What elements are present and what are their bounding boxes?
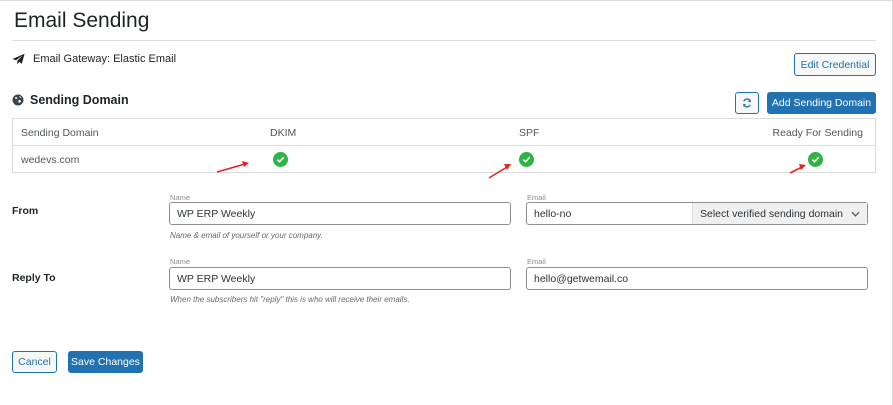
- sending-domain-heading: Sending Domain: [12, 93, 129, 107]
- check-circle-icon: [808, 152, 823, 167]
- reply-name-input[interactable]: WP ERP Weekly: [169, 267, 511, 290]
- table-header-row: Sending Domain DKIM SPF Ready For Sendin…: [13, 119, 875, 146]
- annotation-arrow-icon: [488, 164, 511, 179]
- edit-credential-button[interactable]: Edit Credential: [794, 53, 876, 76]
- sending-domain-select-value: Select verified sending domain: [700, 207, 844, 220]
- add-sending-domain-button[interactable]: Add Sending Domain: [767, 92, 876, 114]
- sending-domain-select[interactable]: Select verified sending domain: [692, 203, 867, 224]
- sending-domain-heading-text: Sending Domain: [30, 93, 129, 107]
- from-label: From: [12, 205, 39, 217]
- paper-plane-icon: [12, 53, 25, 65]
- reply-email-input[interactable]: hello@getwemail.co: [526, 267, 868, 290]
- spf-status: [519, 146, 534, 173]
- reply-to-label: Reply To: [12, 272, 56, 284]
- domain-cell: wedevs.com: [21, 153, 80, 166]
- refresh-button[interactable]: [735, 92, 759, 114]
- from-name-input[interactable]: WP ERP Weekly: [169, 202, 511, 225]
- refresh-icon: [743, 98, 751, 108]
- gateway-label: Email Gateway: Elastic Email: [33, 53, 177, 65]
- from-name-caption: Name: [170, 193, 191, 202]
- annotation-arrow-icon: [789, 164, 806, 174]
- annotation-arrow-icon: [216, 161, 249, 173]
- column-header-dkim: DKIM: [270, 126, 297, 139]
- check-circle-icon: [519, 152, 534, 167]
- chevron-down-icon: [851, 211, 860, 217]
- from-email-value: hello-no: [534, 207, 572, 220]
- from-email-caption: Email: [527, 193, 546, 202]
- save-changes-button[interactable]: Save Changes: [68, 351, 143, 373]
- check-circle-icon: [273, 152, 288, 167]
- reply-help-text: When the subscribers hit "reply" this is…: [170, 295, 410, 304]
- reply-email-caption: Email: [527, 257, 546, 266]
- gateway-info: Email Gateway: Elastic Email: [12, 53, 176, 65]
- cancel-button[interactable]: Cancel: [12, 351, 57, 373]
- column-header-ready: Ready For Sending: [772, 126, 863, 139]
- reply-name-caption: Name: [170, 257, 191, 266]
- page-title: Email Sending: [14, 9, 150, 32]
- title-divider: [12, 40, 876, 41]
- sending-domain-table: Sending Domain DKIM SPF Ready For Sendin…: [12, 118, 876, 173]
- column-header-spf: SPF: [519, 126, 540, 139]
- column-header-domain: Sending Domain: [21, 126, 99, 139]
- from-help-text: Name & email of yourself or your company…: [170, 231, 323, 240]
- dkim-status: [273, 146, 288, 173]
- table-row: wedevs.com: [13, 146, 875, 173]
- ready-status: [808, 146, 823, 173]
- globe-icon: [12, 94, 24, 106]
